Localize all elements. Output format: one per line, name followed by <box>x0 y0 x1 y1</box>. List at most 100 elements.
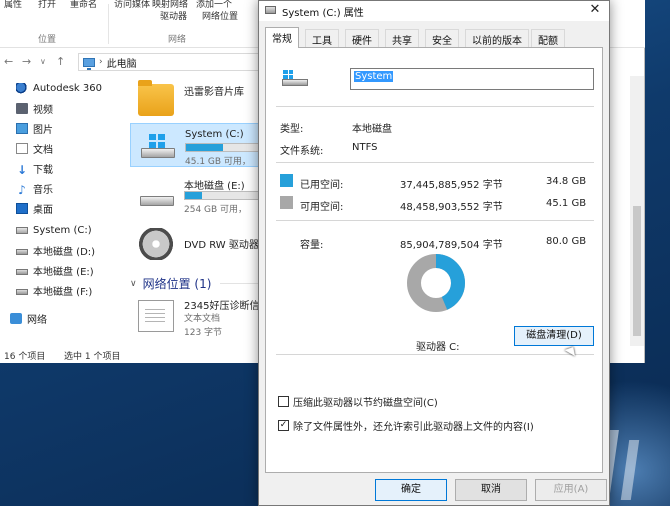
hard-drive-icon <box>16 248 28 255</box>
tab-security[interactable]: 安全 <box>425 29 459 47</box>
item-name: System (C:) <box>185 129 244 140</box>
index-content-checkbox[interactable]: ✓ 除了文件属性外，还允许索引此驱动器上文件的内容(I) <box>278 418 534 433</box>
computer-icon <box>83 57 95 70</box>
sidebar-item-drive-e[interactable]: 本地磁盘 (E:) <box>16 262 94 278</box>
sidebar-item-pictures[interactable]: 图片 <box>16 120 53 136</box>
item-name: 本地磁盘 (E:) <box>184 181 245 192</box>
sidebar-item-label: System (C:) <box>33 224 92 236</box>
list-item-drive-e[interactable]: 本地磁盘 (E:) 254 GB 可用， <box>130 172 270 216</box>
tab-hardware[interactable]: 硬件 <box>345 29 379 47</box>
tab-quota[interactable]: 配额 <box>531 29 565 47</box>
free-space-swatch <box>280 196 293 209</box>
sidebar-item-network[interactable]: 网络 <box>10 310 47 326</box>
used-space-label: 已用空间: <box>300 180 344 191</box>
up-arrow-icon[interactable]: ↑ <box>56 55 65 68</box>
text-file-icon <box>138 300 174 332</box>
item-size: 45.1 GB 可用， <box>185 157 251 167</box>
sidebar-item-music[interactable]: ♪ 音乐 <box>16 180 53 197</box>
ribbon-group-network: 网络 <box>168 35 187 45</box>
video-icon <box>16 102 28 114</box>
list-item-dvd-drive[interactable]: DVD RW 驱动器 <box>130 222 270 266</box>
type-value: 本地磁盘 <box>352 124 392 135</box>
sidebar-item-label: 本地磁盘 (F:) <box>33 286 93 298</box>
tab-previous-versions[interactable]: 以前的版本 <box>465 29 529 47</box>
ribbon-separator <box>108 4 109 44</box>
ribbon-group-location: 位置 <box>38 35 57 45</box>
selected-count: 选中 1 个项目 <box>64 352 121 362</box>
type-label: 类型: <box>280 124 304 135</box>
back-arrow-icon[interactable]: ← <box>4 55 13 68</box>
list-item-xunlei-library[interactable]: 迅雷影音片库 <box>130 78 270 122</box>
divider <box>276 106 594 107</box>
sidebar-item-label: Autodesk 360 <box>33 82 102 94</box>
download-arrow-icon: ↓ <box>16 162 28 177</box>
drive-usage-fill <box>186 144 223 151</box>
capacity-bytes: 85,904,789,504 字节 <box>400 240 503 251</box>
item-size: 254 GB 可用， <box>184 205 248 215</box>
disk-cleanup-button[interactable]: 磁盘清理(D) <box>514 326 594 346</box>
tab-general[interactable]: 常规 <box>265 27 299 48</box>
sidebar-item-autodesk[interactable]: Autodesk 360 <box>16 80 102 96</box>
sidebar-item-documents[interactable]: 文档 <box>16 140 53 156</box>
list-item-network-file[interactable]: 2345好压诊断信 文本文档 123 字节 <box>130 294 270 338</box>
network-icon <box>10 312 22 324</box>
address-text: 此电脑 <box>106 58 137 70</box>
autodesk-icon <box>16 82 28 94</box>
filesystem-label: 文件系统: <box>280 146 324 157</box>
network-locations-header[interactable]: ∨ 网络位置 (1) <box>130 275 211 292</box>
checkbox-box[interactable]: ✓ <box>278 420 289 431</box>
sidebar-item-drive-d[interactable]: 本地磁盘 (D:) <box>16 242 95 258</box>
checkbox-box[interactable] <box>278 396 289 407</box>
cancel-button[interactable]: 取消 <box>455 479 527 501</box>
address-bar[interactable]: › 此电脑 <box>78 53 268 71</box>
sidebar-item-label: 音乐 <box>33 184 53 196</box>
ribbon-access-media[interactable]: 访问媒体 <box>114 0 150 10</box>
general-tab-panel: System 类型: 本地磁盘 文件系统: NTFS 已用空间: 37,445,… <box>265 47 603 473</box>
sidebar-item-label: 本地磁盘 (E:) <box>33 266 94 278</box>
sidebar-item-label: 本地磁盘 (D:) <box>33 246 96 258</box>
checkbox-label: 除了文件属性外，还允许索引此驱动器上文件的内容(I) <box>293 422 534 433</box>
used-space-bytes: 37,445,885,952 字节 <box>400 180 503 191</box>
apply-button[interactable]: 应用(A) <box>535 479 607 501</box>
ribbon-open[interactable]: 打开 <box>38 0 56 10</box>
item-type: 文本文档 <box>184 314 221 324</box>
divider <box>276 162 594 163</box>
vertical-scrollbar[interactable] <box>630 76 644 346</box>
close-icon[interactable]: ✕ <box>583 2 607 20</box>
ok-button[interactable]: 确定 <box>375 479 447 501</box>
system-drive-icon <box>139 130 175 162</box>
sidebar-item-label: 下载 <box>33 164 53 176</box>
tab-tools[interactable]: 工具 <box>305 29 339 47</box>
dialog-title: System (C:) 属性 <box>282 8 364 19</box>
document-icon <box>16 142 28 154</box>
sidebar-item-videos[interactable]: 视频 <box>16 100 53 116</box>
sidebar-item-downloads[interactable]: ↓ 下载 <box>16 160 53 177</box>
sidebar-item-drive-c[interactable]: System (C:) <box>16 222 92 238</box>
divider <box>276 220 594 221</box>
recent-dropdown-icon[interactable]: ∨ <box>40 57 46 66</box>
disk-usage-donut <box>407 254 465 312</box>
drive-name-input[interactable]: System <box>350 68 594 90</box>
list-item-drive-c[interactable]: System (C:) 45.1 GB 可用， <box>130 123 271 167</box>
breadcrumb-chevron-icon: › <box>99 57 103 67</box>
ribbon-rename[interactable]: 重命名 <box>70 0 97 10</box>
used-space-gb: 34.8 GB <box>546 176 587 187</box>
tab-sharing[interactable]: 共享 <box>385 29 419 47</box>
picture-icon <box>16 122 28 134</box>
sidebar-item-drive-f[interactable]: 本地磁盘 (F:) <box>16 282 92 298</box>
content-pane: 迅雷影音片库 System (C:) 45.1 GB 可用， 本地磁盘 (E:)… <box>130 76 271 346</box>
capacity-label: 容量: <box>300 240 324 251</box>
ribbon-properties[interactable]: 属性 <box>4 0 22 10</box>
dialog-titlebar: System (C:) 属性 ✕ <box>259 1 609 21</box>
item-name: 迅雷影音片库 <box>184 87 244 98</box>
free-space-label: 可用空间: <box>300 202 344 213</box>
item-name: DVD RW 驱动器 <box>184 240 259 251</box>
compress-drive-checkbox[interactable]: 压缩此驱动器以节约磁盘空间(C) <box>278 394 438 409</box>
system-drive-icon <box>16 226 28 234</box>
sidebar-item-desktop[interactable]: 桌面 <box>16 200 53 216</box>
hard-drive-icon <box>16 268 28 275</box>
forward-arrow-icon[interactable]: → <box>22 55 31 68</box>
drive-usage-fill <box>185 192 202 199</box>
drive-name-value: System <box>354 71 394 82</box>
scrollbar-thumb[interactable] <box>633 206 641 336</box>
